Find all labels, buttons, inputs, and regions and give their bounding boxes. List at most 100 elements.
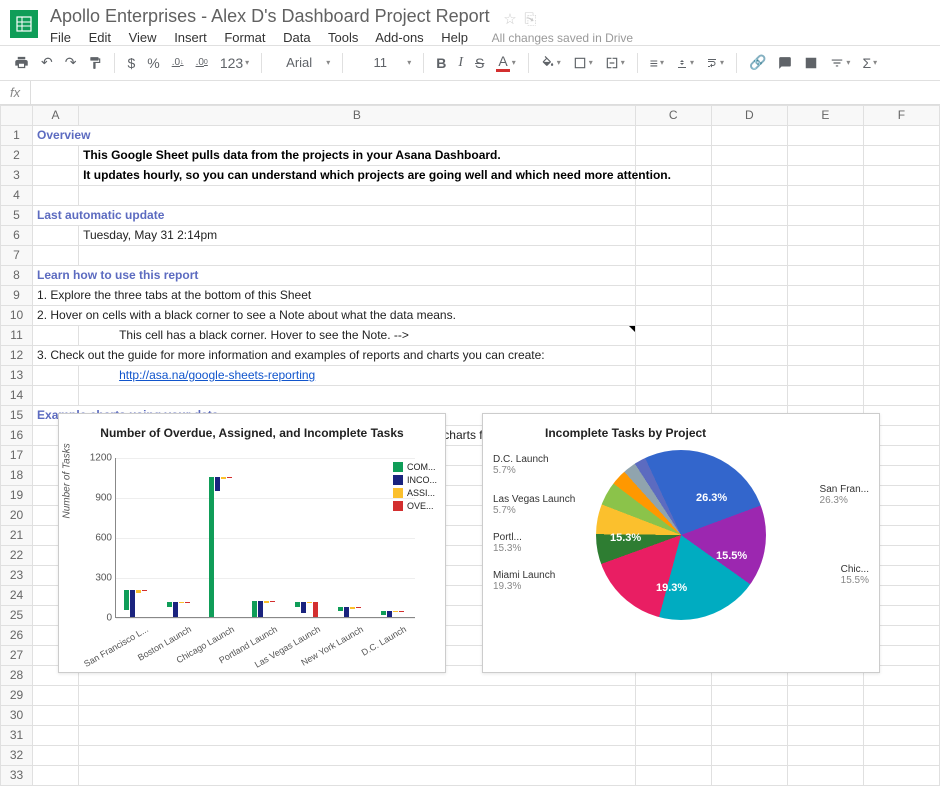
row-header[interactable]: 8 — [1, 265, 33, 285]
row-header[interactable]: 13 — [1, 365, 33, 385]
pie-label: San Fran...26.3% — [820, 484, 869, 506]
insert-comment-icon[interactable] — [774, 53, 796, 73]
row-header[interactable]: 19 — [1, 485, 33, 505]
col-header[interactable]: D — [711, 105, 787, 125]
merge-cells-button[interactable]: ▾ — [601, 53, 629, 73]
row-header[interactable]: 17 — [1, 445, 33, 465]
increase-decimal[interactable]: .00 — [192, 54, 212, 71]
cell[interactable]: 2. Hover on cells with a black corner to… — [33, 305, 636, 325]
italic-button[interactable]: I — [454, 52, 467, 74]
col-header[interactable]: B — [79, 105, 636, 125]
row-header[interactable]: 12 — [1, 345, 33, 365]
row-header[interactable]: 33 — [1, 765, 33, 785]
row-header[interactable]: 21 — [1, 525, 33, 545]
row-header[interactable]: 6 — [1, 225, 33, 245]
pie-label: Chic...15.5% — [841, 564, 869, 586]
pie-wrap: 26.3% 15.5% 19.3% 15.3% — [596, 450, 766, 620]
row-header[interactable]: 9 — [1, 285, 33, 305]
row-header[interactable]: 32 — [1, 745, 33, 765]
row-header[interactable]: 7 — [1, 245, 33, 265]
fill-color-button[interactable]: ▾ — [537, 53, 565, 73]
menu-file[interactable]: File — [50, 30, 71, 45]
pie-label: D.C. Launch5.7% — [493, 454, 549, 476]
row-header[interactable]: 29 — [1, 685, 33, 705]
pie-chart[interactable]: Incomplete Tasks by Project 26.3% 15.5% … — [482, 413, 880, 673]
cell[interactable]: 1. Explore the three tabs at the bottom … — [33, 285, 636, 305]
col-header[interactable]: F — [863, 105, 939, 125]
col-header[interactable]: A — [33, 105, 79, 125]
row-header[interactable]: 10 — [1, 305, 33, 325]
row-header[interactable]: 11 — [1, 325, 33, 345]
vertical-align-button[interactable]: ▾ — [672, 54, 698, 72]
row-header[interactable]: 18 — [1, 465, 33, 485]
row-header[interactable]: 25 — [1, 605, 33, 625]
filter-icon[interactable]: ▾ — [826, 53, 854, 73]
row-header[interactable]: 1 — [1, 125, 33, 145]
row-header[interactable]: 30 — [1, 705, 33, 725]
row-header[interactable]: 27 — [1, 645, 33, 665]
row-header[interactable]: 2 — [1, 145, 33, 165]
menu-insert[interactable]: Insert — [174, 30, 207, 45]
row-header[interactable]: 16 — [1, 425, 33, 445]
cell[interactable]: http://asa.na/google-sheets-reporting — [79, 365, 636, 385]
font-size-select[interactable]: 11▾ — [351, 50, 415, 75]
undo-icon[interactable]: ↶ — [37, 51, 57, 74]
document-title[interactable]: Apollo Enterprises - Alex D's Dashboard … — [50, 6, 490, 27]
cell[interactable]: Learn how to use this report — [33, 265, 636, 285]
row-header[interactable]: 23 — [1, 565, 33, 585]
font-family-select[interactable]: Arial▾ — [270, 50, 334, 75]
insert-link-icon[interactable]: 🔗 — [745, 51, 770, 74]
menu-tools[interactable]: Tools — [328, 30, 358, 45]
cell[interactable]: Last automatic update — [33, 205, 636, 225]
format-percent[interactable]: % — [143, 52, 163, 74]
redo-icon[interactable]: ↷ — [61, 51, 81, 74]
insert-chart-icon[interactable] — [800, 53, 822, 73]
more-formats[interactable]: 123▾ — [216, 52, 253, 74]
paint-format-icon[interactable] — [84, 53, 106, 73]
row-header[interactable]: 31 — [1, 725, 33, 745]
formula-input[interactable] — [31, 81, 940, 104]
menu-addons[interactable]: Add-ons — [375, 30, 423, 45]
menu-view[interactable]: View — [129, 30, 157, 45]
row-header[interactable]: 22 — [1, 545, 33, 565]
format-currency[interactable]: $ — [123, 52, 139, 74]
print-icon[interactable] — [10, 52, 33, 73]
row-header[interactable]: 3 — [1, 165, 33, 185]
col-header[interactable]: E — [787, 105, 863, 125]
move-icon[interactable]: ⎘ — [524, 11, 536, 28]
decrease-decimal[interactable]: .0↓ — [168, 54, 188, 71]
text-color-button[interactable]: A▾ — [492, 50, 519, 75]
menu-edit[interactable]: Edit — [89, 30, 111, 45]
pie-label: Las Vegas Launch5.7% — [493, 494, 575, 516]
cell[interactable]: 3. Check out the guide for more informat… — [33, 345, 636, 365]
strikethrough-button[interactable]: S — [471, 52, 488, 74]
horizontal-align-button[interactable]: ≡▾ — [646, 52, 668, 74]
col-header[interactable]: C — [635, 105, 711, 125]
row-header[interactable]: 5 — [1, 205, 33, 225]
cell[interactable]: Overview — [33, 125, 636, 145]
row-header[interactable]: 15 — [1, 405, 33, 425]
row-header[interactable]: 24 — [1, 585, 33, 605]
cell[interactable]: Tuesday, May 31 2:14pm — [79, 225, 636, 245]
menu-help[interactable]: Help — [441, 30, 468, 45]
row-header[interactable]: 4 — [1, 185, 33, 205]
cell[interactable]: This Google Sheet pulls data from the pr… — [79, 145, 636, 165]
row-header[interactable]: 14 — [1, 385, 33, 405]
bold-button[interactable]: B — [432, 52, 450, 74]
row-header[interactable]: 20 — [1, 505, 33, 525]
cell[interactable]: It updates hourly, so you can understand… — [79, 165, 636, 185]
sheets-logo[interactable] — [10, 10, 38, 38]
star-icon[interactable]: ☆ — [503, 11, 516, 28]
borders-button[interactable]: ▾ — [569, 53, 597, 73]
menu-format[interactable]: Format — [224, 30, 265, 45]
bar-chart[interactable]: Number of Overdue, Assigned, and Incompl… — [58, 413, 446, 673]
spreadsheet-grid[interactable]: A B C D E F 1Overview 2 This Google Sheet… — [0, 105, 940, 786]
y-axis-label: Number of Tasks — [62, 443, 73, 518]
functions-icon[interactable]: Σ▾ — [858, 52, 881, 74]
row-header[interactable]: 26 — [1, 625, 33, 645]
text-wrap-button[interactable]: ▾ — [702, 54, 728, 72]
menu-data[interactable]: Data — [283, 30, 310, 45]
row-header[interactable]: 28 — [1, 665, 33, 685]
guide-link[interactable]: http://asa.na/google-sheets-reporting — [119, 368, 315, 382]
cell-with-note[interactable]: This cell has a black corner. Hover to s… — [79, 325, 636, 345]
